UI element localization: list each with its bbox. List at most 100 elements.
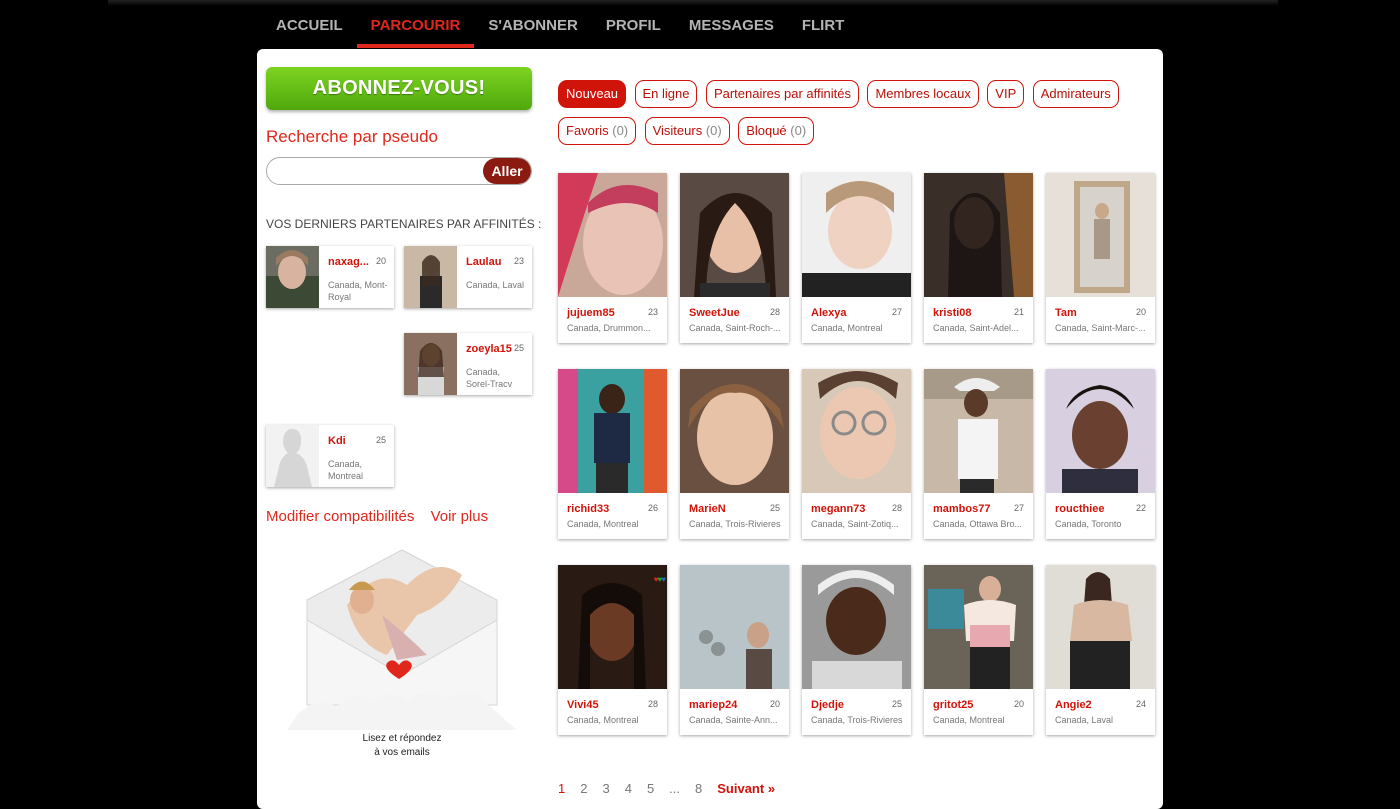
affinity-card[interactable]: Kdi 25 Canada, Montreal xyxy=(266,425,394,487)
profile-location: Canada, Trois-Rivieres xyxy=(689,519,781,529)
filter-label: Nouveau xyxy=(566,86,619,101)
filter-count: (0) xyxy=(705,123,722,138)
profile-age: 22 xyxy=(1135,503,1146,513)
profile-card[interactable]: SweetJue 28 Canada, Saint-Roch-... xyxy=(680,173,789,343)
filter-visiteurs[interactable]: Visiteurs (0) xyxy=(644,117,730,145)
profile-card[interactable]: Alexya 27 Canada, Montreal xyxy=(802,173,911,343)
profile-card[interactable]: MarieN 25 Canada, Trois-Rivieres xyxy=(680,369,789,539)
page-link-1[interactable]: 1 xyxy=(558,781,565,796)
affinity-age: 25 xyxy=(375,435,386,445)
profile-card[interactable]: mambos77 27 Canada, Ottawa Bro... xyxy=(924,369,1033,539)
page-link-5[interactable]: 5 xyxy=(647,781,654,796)
page-link-4[interactable]: 4 xyxy=(625,781,632,796)
profile-age: 28 xyxy=(891,503,902,513)
profile-card[interactable]: Djedje 25 Canada, Trois-Rivieres xyxy=(802,565,911,735)
affinity-card[interactable]: Laulau 23 Canada, Laval xyxy=(404,246,532,308)
profile-photo xyxy=(558,369,667,493)
profile-name: kristi08 xyxy=(933,307,972,319)
sidebar-links: Modifier compatibilités Voir plus xyxy=(266,508,500,525)
profile-photo xyxy=(558,565,667,689)
page-link-3[interactable]: 3 xyxy=(602,781,609,796)
affinity-card[interactable]: zoeyla15 25 Canada, Sorel-Tracv xyxy=(404,333,532,395)
profile-location: Canada, Toronto xyxy=(1055,519,1122,529)
nav-parcourir[interactable]: PARCOURIR xyxy=(356,8,475,48)
search-input[interactable] xyxy=(267,158,487,184)
affinity-location: Canada, Mont-Royal xyxy=(328,280,388,302)
affinity-name: Kdi xyxy=(328,435,346,447)
filter-admirateurs[interactable]: Admirateurs xyxy=(1032,80,1119,108)
profile-photo xyxy=(802,565,911,689)
profile-name: gritot25 xyxy=(933,699,974,711)
envelope-promo-image[interactable] xyxy=(287,545,517,730)
envelope-caption: Lisez et répondez à vos emails xyxy=(287,732,517,760)
nav-sabonner[interactable]: S'ABONNER xyxy=(474,8,591,48)
affinity-photo xyxy=(404,246,457,308)
modify-compat-link[interactable]: Modifier compatibilités xyxy=(266,508,414,525)
search-box: Aller xyxy=(266,157,532,185)
profile-card[interactable]: ♥♥♥ Vivi45 28 Canada, Montreal xyxy=(558,565,667,735)
profile-card[interactable]: richid33 26 Canada, Montreal xyxy=(558,369,667,539)
profile-name: Angie2 xyxy=(1055,699,1092,711)
profile-age: 28 xyxy=(647,699,658,709)
filter-bar: Nouveau En ligne Partenaires par affinit… xyxy=(558,80,1148,154)
filter-label: Bloqué xyxy=(746,123,787,138)
profile-location: Canada, Montreal xyxy=(811,323,883,333)
filter-nouveau[interactable]: Nouveau xyxy=(558,80,627,108)
profile-age: 27 xyxy=(891,307,902,317)
profile-card[interactable]: Angie2 24 Canada, Laval xyxy=(1046,565,1155,735)
profile-age: 21 xyxy=(1013,307,1024,317)
profile-name: richid33 xyxy=(567,503,610,515)
affinity-name: zoeyla15 xyxy=(466,343,512,355)
filter-bloque[interactable]: Bloqué (0) xyxy=(738,117,815,145)
profile-location: Canada, Montreal xyxy=(567,715,639,725)
profile-age: 24 xyxy=(1135,699,1146,709)
profile-photo xyxy=(680,173,789,297)
filter-count: (0) xyxy=(612,123,629,138)
silhouette-icon xyxy=(266,425,319,487)
subscribe-button[interactable]: ABONNEZ-VOUS! xyxy=(266,67,532,110)
profile-age: 20 xyxy=(1135,307,1146,317)
affinity-card[interactable]: naxag... 20 Canada, Mont-Royal xyxy=(266,246,394,308)
profile-location: Canada, Saint-Adel... xyxy=(933,323,1019,333)
profile-card[interactable]: jujuem85 23 Canada, Drummon... xyxy=(558,173,667,343)
page-ellipsis: ... xyxy=(669,781,681,796)
affinity-photo xyxy=(404,333,457,395)
next-page-link[interactable]: Suivant » xyxy=(717,781,775,796)
profile-location: Canada, Saint-Roch-... xyxy=(689,323,781,333)
filter-label: VIP xyxy=(995,86,1017,101)
profile-name: megann73 xyxy=(811,503,866,515)
affinity-age: 23 xyxy=(513,256,524,266)
profile-photo xyxy=(1046,369,1155,493)
profile-card[interactable]: mariep24 20 Canada, Sainte-Ann... xyxy=(680,565,789,735)
affinity-location: Canada, Sorel-Tracv xyxy=(466,367,513,389)
filter-affinites[interactable]: Partenaires par affinités xyxy=(705,80,859,108)
profile-card[interactable]: Tam 20 Canada, Saint-Marc-... xyxy=(1046,173,1155,343)
nav-accueil[interactable]: ACCUEIL xyxy=(262,8,357,48)
profile-name: Vivi45 xyxy=(567,699,599,711)
profile-card[interactable]: roucthiee 22 Canada, Toronto xyxy=(1046,369,1155,539)
profile-age: 25 xyxy=(891,699,902,709)
filter-favoris[interactable]: Favoris (0) xyxy=(558,117,637,145)
profile-location: Canada, Saint-Zotiq... xyxy=(811,519,899,529)
profile-name: SweetJue xyxy=(689,307,740,319)
search-go-button[interactable]: Aller xyxy=(483,158,531,184)
nav-messages[interactable]: MESSAGES xyxy=(675,8,788,48)
nav-profil[interactable]: PROFIL xyxy=(592,8,675,48)
profile-name: mariep24 xyxy=(689,699,738,711)
filter-vip[interactable]: VIP xyxy=(987,80,1025,108)
profile-card[interactable]: megann73 28 Canada, Saint-Zotiq... xyxy=(802,369,911,539)
affinities-title: VOS DERNIERS PARTENAIRES PAR AFFINITÉS : xyxy=(266,217,542,231)
filter-label: Partenaires par affinités xyxy=(713,86,851,101)
see-more-link[interactable]: Voir plus xyxy=(431,508,489,525)
filter-en-ligne[interactable]: En ligne xyxy=(634,80,698,108)
profile-card[interactable]: gritot25 20 Canada, Montreal xyxy=(924,565,1033,735)
profile-card[interactable]: kristi08 21 Canada, Saint-Adel... xyxy=(924,173,1033,343)
profile-location: Canada, Trois-Rivieres xyxy=(811,715,903,725)
page-link-8[interactable]: 8 xyxy=(695,781,702,796)
filter-label: Visiteurs xyxy=(652,123,703,138)
page-link-2[interactable]: 2 xyxy=(580,781,587,796)
filter-membres-locaux[interactable]: Membres locaux xyxy=(867,80,979,108)
profile-age: 23 xyxy=(647,307,658,317)
envelope-caption-line1: Lisez et répondez xyxy=(362,733,442,744)
nav-flirt[interactable]: FLIRT xyxy=(788,8,859,48)
